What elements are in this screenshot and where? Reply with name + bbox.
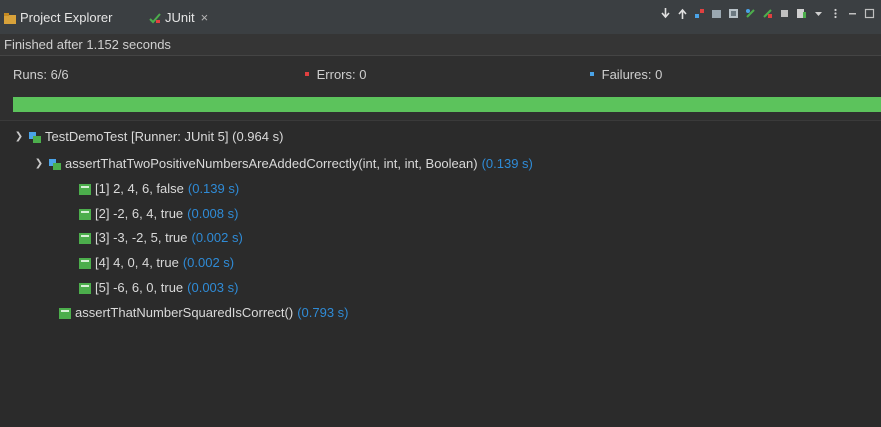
tab-label: Project Explorer xyxy=(20,9,113,25)
tree-node-label: assertThatTwoPositiveNumbersAreAddedCorr… xyxy=(65,155,478,171)
test-suite-icon xyxy=(29,131,41,143)
test-passed-icon xyxy=(79,208,91,220)
tree-node-test-class[interactable]: ❯ TestDemoTest [Runner: JUnit 5] (0.964 … xyxy=(14,125,284,147)
runs-label: Runs: xyxy=(13,67,47,82)
failures-value: 0 xyxy=(655,67,663,82)
runs-counter: Runs: 6/6 xyxy=(13,67,69,82)
tab-project-explorer[interactable]: Project Explorer xyxy=(4,6,112,28)
test-passed-icon xyxy=(79,183,91,195)
tree-node-time: (0.003 s) xyxy=(187,279,239,295)
junit-icon xyxy=(149,12,161,23)
tree-node-label: [5] -6, 6, 0, true xyxy=(95,279,184,295)
test-passed-icon xyxy=(79,282,91,294)
rerun-failed-first-icon[interactable] xyxy=(762,7,773,18)
show-skipped-icon[interactable] xyxy=(711,7,722,18)
tree-node-test-case[interactable]: [5] -6, 6, 0, true (0.003 s) xyxy=(79,276,238,298)
test-suite-icon xyxy=(49,158,61,170)
maximize-icon[interactable] xyxy=(864,7,875,18)
errors-value: 0 xyxy=(359,67,367,82)
failures-label: Failures: xyxy=(601,67,652,82)
tree-node-time: (0.008 s) xyxy=(187,205,239,221)
tree-node-label: [3] -3, -2, 5, true xyxy=(95,229,188,245)
tree-node-label: TestDemoTest [Runner: JUnit 5] (0.964 s) xyxy=(45,128,284,144)
progress-fill xyxy=(13,97,881,112)
tree-node-label: [4] 4, 0, 4, true xyxy=(95,254,179,270)
tree-node-label: assertThatNumberSquaredIsCorrect() xyxy=(75,304,294,320)
history-icon[interactable] xyxy=(796,7,807,18)
status-text: Finished after 1.152 seconds xyxy=(4,37,171,52)
test-passed-icon xyxy=(59,307,71,319)
tree-node-test-case[interactable]: [2] -2, 6, 4, true (0.008 s) xyxy=(79,202,238,224)
rerun-icon[interactable] xyxy=(745,7,756,18)
failures-counter: Failures: 0 xyxy=(590,67,662,82)
show-failures-only-icon[interactable] xyxy=(694,7,705,18)
progress-bar xyxy=(13,97,881,112)
failure-icon xyxy=(590,71,594,76)
next-failure-icon[interactable] xyxy=(660,7,671,18)
stop-icon[interactable] xyxy=(779,7,790,18)
tree-node-test-method[interactable]: assertThatNumberSquaredIsCorrect() (0.79… xyxy=(59,301,349,323)
tab-label: JUnit xyxy=(165,9,195,25)
chevron-down-icon[interactable] xyxy=(813,7,824,18)
errors-label: Errors: xyxy=(316,67,356,82)
tree-node-test-case[interactable]: [3] -3, -2, 5, true (0.002 s) xyxy=(79,226,243,248)
runs-value: 6/6 xyxy=(50,67,69,82)
tab-junit[interactable]: JUnit × xyxy=(149,6,208,28)
status-line: Finished after 1.152 seconds xyxy=(0,34,881,56)
test-passed-icon xyxy=(79,232,91,244)
tree-node-test-case[interactable]: [1] 2, 4, 6, false (0.139 s) xyxy=(79,177,239,199)
errors-counter: Errors: 0 xyxy=(305,67,366,82)
tree-node-parameterized-test[interactable]: ❯ assertThatTwoPositiveNumbersAreAddedCo… xyxy=(34,152,533,174)
tree-node-time: (0.002 s) xyxy=(182,254,235,270)
view-menu-icon[interactable] xyxy=(830,7,841,18)
test-tree: ❯ TestDemoTest [Runner: JUnit 5] (0.964 … xyxy=(0,120,881,427)
tree-node-time: (0.139 s) xyxy=(187,180,240,196)
folder-icon xyxy=(4,12,16,24)
chevron-down-icon[interactable]: ❯ xyxy=(34,158,44,169)
tree-node-label: [1] 2, 4, 6, false xyxy=(95,180,184,196)
tree-node-time: (0.793 s) xyxy=(297,304,349,320)
tree-node-time: (0.002 s) xyxy=(191,229,243,245)
scroll-lock-icon[interactable] xyxy=(728,7,739,18)
minimize-icon[interactable] xyxy=(847,7,858,18)
junit-toolbar xyxy=(660,4,875,20)
view-tab-bar: Project Explorer JUnit × xyxy=(0,0,881,34)
chevron-down-icon[interactable]: ❯ xyxy=(14,131,24,142)
close-icon[interactable]: × xyxy=(201,10,209,25)
tree-node-test-case[interactable]: [4] 4, 0, 4, true (0.002 s) xyxy=(79,251,234,273)
tree-node-time: (0.139 s) xyxy=(481,155,533,171)
previous-failure-icon[interactable] xyxy=(677,7,688,19)
error-icon xyxy=(305,71,309,76)
tree-node-label: [2] -2, 6, 4, true xyxy=(95,205,184,221)
test-passed-icon xyxy=(79,257,91,269)
counter-panel: Runs: 6/6 Errors: 0 Failures: 0 xyxy=(0,57,881,93)
